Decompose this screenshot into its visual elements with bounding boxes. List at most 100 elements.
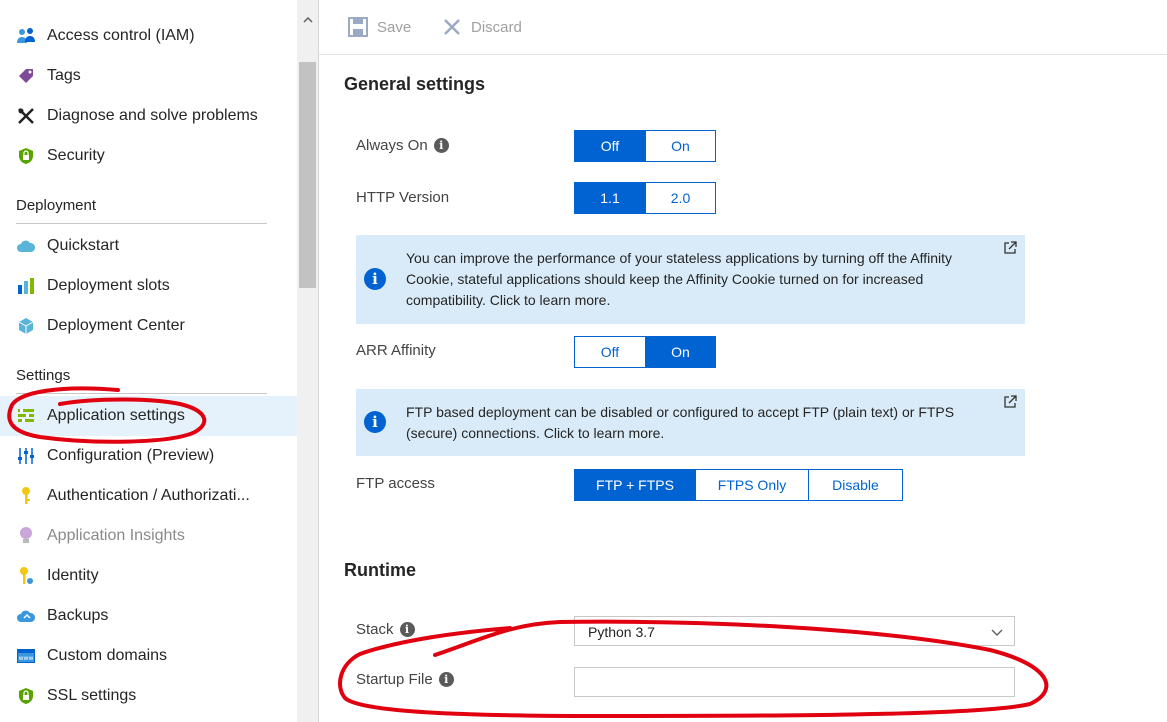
sidebar-item-label: Diagnose and solve problems <box>47 107 258 124</box>
stack-label: Stack i <box>356 621 415 638</box>
info-circle-icon: i <box>364 411 386 433</box>
lightbulb-icon <box>15 526 37 546</box>
scrollbar-thumb[interactable] <box>299 62 316 288</box>
arr-affinity-on-option[interactable]: On <box>645 337 715 367</box>
sidebar-item-label: Custom domains <box>47 647 168 664</box>
sidebar-item-security[interactable]: Security <box>0 136 297 176</box>
key-icon <box>15 486 37 506</box>
sidebar-item-application-settings[interactable]: Application settings <box>0 396 297 436</box>
save-icon <box>347 16 369 38</box>
runtime-heading: Runtime <box>344 560 416 580</box>
sidebar-item-access-control[interactable]: Access control (IAM) <box>0 16 297 56</box>
sidebar-item-tags[interactable]: Tags <box>0 56 297 96</box>
info-icon[interactable]: i <box>433 138 449 153</box>
people-icon <box>15 26 37 46</box>
sidebar-item-identity[interactable]: Identity <box>0 556 297 596</box>
cube-icon <box>15 316 37 336</box>
sidebar-item-quickstart[interactable]: Quickstart <box>0 226 297 266</box>
sidebar-item-label: Application Insights <box>47 527 185 544</box>
command-bar: Save Discard <box>319 0 1167 55</box>
always-on-label-text: Always On <box>356 137 428 154</box>
ssl-shield-icon <box>15 686 37 706</box>
sidebar-item-label: Backups <box>47 607 109 624</box>
www-icon: www <box>15 646 37 666</box>
sidebar-scrollbar[interactable] <box>297 0 318 722</box>
sidebar-item-configuration[interactable]: Configuration (Preview) <box>0 436 297 476</box>
startup-file-input[interactable] <box>574 667 1015 697</box>
scroll-up-icon[interactable] <box>297 12 318 28</box>
sidebar-item-label: Configuration (Preview) <box>47 447 215 464</box>
affinity-info-text: You can improve the performance of your … <box>406 250 953 308</box>
discard-label: Discard <box>471 18 522 36</box>
save-button[interactable]: Save <box>347 15 411 39</box>
svg-text:www: www <box>19 655 34 662</box>
http-version-1-1-option[interactable]: 1.1 <box>575 183 645 213</box>
sidebar-item-backups[interactable]: Backups <box>0 596 297 636</box>
always-on-off-option[interactable]: Off <box>575 131 645 161</box>
sidebar-item-label: Deployment Center <box>47 317 185 334</box>
ftp-info-banner[interactable]: i FTP based deployment can be disabled o… <box>356 389 1025 456</box>
stack-select[interactable]: Python 3.7 <box>574 616 1015 646</box>
sidebar-item-deployment-slots[interactable]: Deployment slots <box>0 266 297 306</box>
arr-affinity-label: ARR Affinity <box>356 342 436 359</box>
ftp-info-text: FTP based deployment can be disabled or … <box>406 404 955 441</box>
backup-cloud-icon <box>15 606 37 626</box>
pane-divider <box>318 0 319 722</box>
ftp-disable-option[interactable]: Disable <box>808 470 902 500</box>
ftp-access-toggle[interactable]: FTP + FTPS FTPS Only Disable <box>574 469 903 501</box>
wrench-icon <box>15 106 37 126</box>
chevron-down-icon <box>990 625 1004 639</box>
arr-affinity-toggle[interactable]: Off On <box>574 336 716 368</box>
external-link-icon[interactable] <box>1003 395 1017 409</box>
slots-icon <box>15 276 37 296</box>
ftp-ftps-option[interactable]: FTP + FTPS <box>575 470 695 500</box>
http-version-2-0-option[interactable]: 2.0 <box>645 183 715 213</box>
always-on-on-option[interactable]: On <box>645 131 715 161</box>
ftp-access-label: FTP access <box>356 475 435 492</box>
sidebar-item-label: Authentication / Authorizati... <box>47 487 250 504</box>
sidebar-item-custom-domains[interactable]: www Custom domains <box>0 636 297 676</box>
sidebar-item-deployment-center[interactable]: Deployment Center <box>0 306 297 346</box>
info-circle-icon: i <box>364 268 386 290</box>
sliders-icon <box>15 446 37 466</box>
always-on-label: Always On i <box>356 137 449 154</box>
external-link-icon[interactable] <box>1003 241 1017 255</box>
identity-key-icon <box>15 566 37 586</box>
general-settings-heading: General settings <box>344 74 486 94</box>
sidebar-item-label: Application settings <box>47 407 185 424</box>
sidebar: Access control (IAM) Tags Diagnose and s… <box>0 0 297 722</box>
info-icon[interactable]: i <box>399 622 415 637</box>
sidebar-item-label: Access control (IAM) <box>47 27 195 44</box>
shield-icon <box>15 146 37 166</box>
close-icon <box>441 16 463 38</box>
sidebar-item-label: Quickstart <box>47 237 120 254</box>
sidebar-item-label: Deployment slots <box>47 277 170 294</box>
section-title-settings: Settings <box>16 367 71 384</box>
section-divider <box>16 223 267 224</box>
sidebar-item-application-insights[interactable]: Application Insights <box>0 516 297 556</box>
always-on-toggle[interactable]: Off On <box>574 130 716 162</box>
cloud-icon <box>15 236 37 256</box>
stack-label-text: Stack <box>356 621 394 638</box>
stack-select-value: Python 3.7 <box>588 624 655 640</box>
affinity-info-banner[interactable]: i You can improve the performance of you… <box>356 235 1025 324</box>
tag-icon <box>15 66 37 86</box>
save-label: Save <box>377 18 412 36</box>
startup-file-label: Startup File i <box>356 671 454 688</box>
section-title-deployment: Deployment <box>16 197 97 214</box>
sidebar-item-ssl-settings[interactable]: SSL settings <box>0 676 297 716</box>
section-divider <box>16 393 267 394</box>
ftps-only-option[interactable]: FTPS Only <box>695 470 808 500</box>
sidebar-item-diagnose[interactable]: Diagnose and solve problems <box>0 96 297 136</box>
sidebar-item-label: Identity <box>47 567 99 584</box>
info-icon[interactable]: i <box>438 672 454 687</box>
discard-button[interactable]: Discard <box>441 15 522 39</box>
sidebar-item-label: Tags <box>47 67 81 84</box>
sidebar-item-label: SSL settings <box>47 687 137 704</box>
arr-affinity-off-option[interactable]: Off <box>575 337 645 367</box>
startup-file-label-text: Startup File <box>356 671 433 688</box>
app-settings-icon <box>15 406 37 426</box>
sidebar-item-authentication[interactable]: Authentication / Authorizati... <box>0 476 297 516</box>
http-version-label: HTTP Version <box>356 189 450 206</box>
http-version-toggle[interactable]: 1.1 2.0 <box>574 182 716 214</box>
